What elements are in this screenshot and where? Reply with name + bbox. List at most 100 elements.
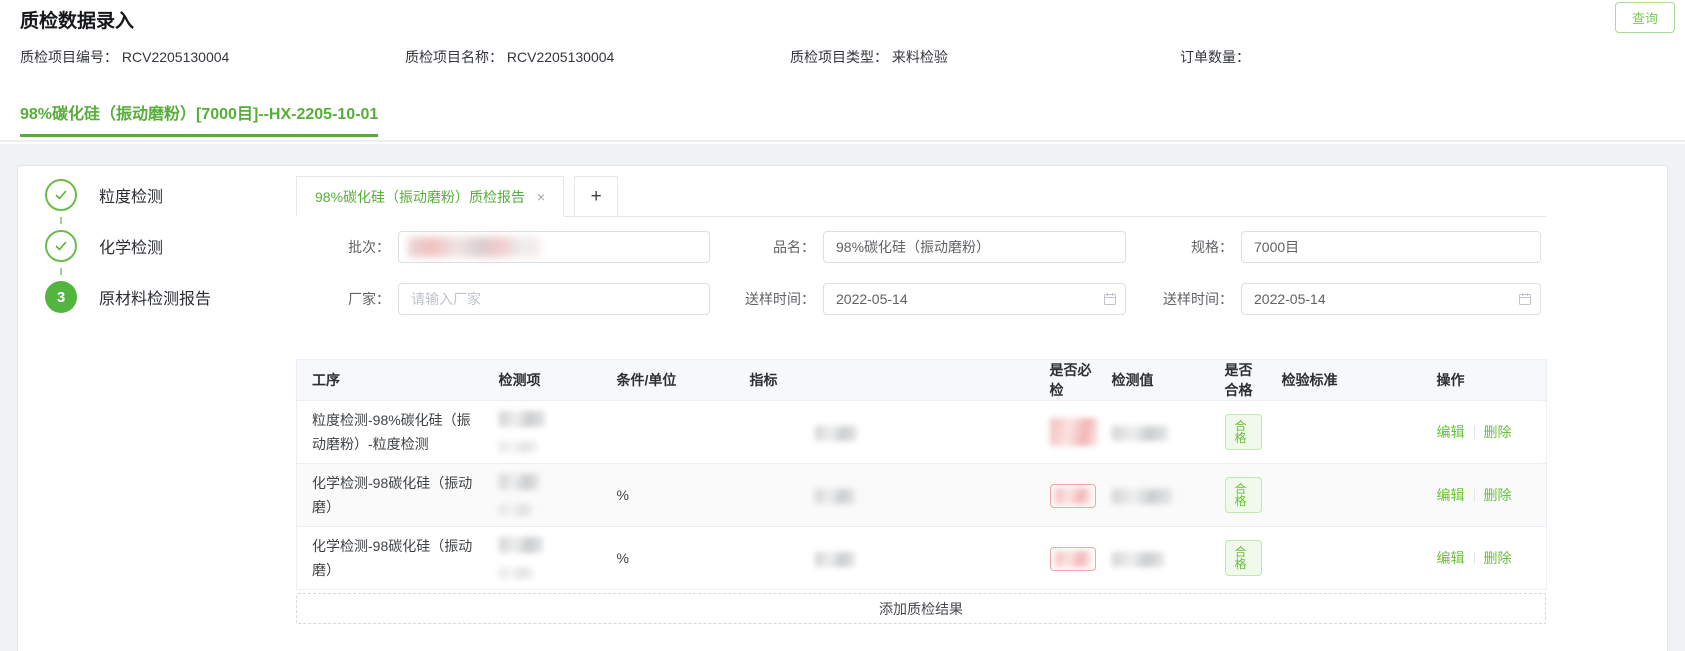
project-name-field: 质检项目名称： RCV2205130004	[405, 47, 614, 67]
qualified-badge: 合格	[1225, 477, 1262, 513]
sample-date-input-2[interactable]	[1241, 283, 1541, 315]
project-info-bar: 质检项目编号： RCV2205130004 质检项目名称： RCV2205130…	[0, 47, 1685, 67]
redacted-required-tag	[1050, 547, 1096, 571]
step-label: 粒度检测	[99, 183, 163, 207]
manufacturer-input[interactable]	[398, 283, 710, 315]
action-divider	[1474, 426, 1475, 439]
step-particle-size[interactable]: 粒度检测	[45, 179, 211, 211]
redacted-indicator	[815, 552, 855, 567]
delete-link[interactable]: 删除	[1484, 487, 1512, 503]
qualified-cell: 合格	[1215, 527, 1272, 590]
required-cell	[1040, 527, 1102, 590]
redacted-indicator	[815, 426, 857, 441]
standard-cell	[1272, 464, 1427, 527]
project-code-label: 质检项目编号：	[20, 49, 118, 65]
required-cell	[1040, 401, 1102, 464]
sample-date-input-1[interactable]	[823, 283, 1126, 315]
report-content: 98%碳化硅（振动磨粉）质检报告 × + 批次： 品名： 规格：	[296, 166, 1546, 651]
redacted-required	[1055, 551, 1091, 567]
redacted-batch-value	[408, 237, 540, 257]
product-name-input[interactable]	[823, 231, 1126, 263]
check-icon	[53, 187, 69, 203]
redacted-test-item	[499, 474, 539, 490]
spec-input[interactable]	[1241, 231, 1541, 263]
redacted-required-tag	[1050, 484, 1096, 508]
actions-cell: 编辑 删除	[1427, 401, 1547, 464]
edit-link[interactable]: 编辑	[1437, 550, 1465, 566]
col-qualified: 是否合格	[1215, 360, 1272, 401]
project-name-label: 质检项目名称：	[405, 49, 503, 65]
inspection-stepper: 粒度检测 化学检测 3 原材料检测报告	[45, 179, 211, 313]
project-code-value: RCV2205130004	[122, 49, 229, 65]
qualified-cell: 合格	[1215, 401, 1272, 464]
table-row: 化学检测-98碳化硅（振动磨） %	[297, 464, 1547, 527]
indicator-cell	[740, 464, 1040, 527]
step-label: 化学检测	[99, 234, 163, 258]
col-test-value: 检测值	[1102, 360, 1215, 401]
redacted-test-item	[499, 441, 537, 453]
action-divider	[1474, 552, 1475, 565]
step-label: 原材料检测报告	[99, 285, 211, 309]
table-row: 粒度检测-98%碳化硅（振动磨粉）-粒度检测	[297, 401, 1547, 464]
process-cell: 化学检测-98碳化硅（振动磨）	[297, 527, 489, 590]
manufacturer-input-wrap	[398, 283, 710, 315]
batch-input-wrap	[398, 231, 710, 263]
edit-link[interactable]: 编辑	[1437, 424, 1465, 440]
indicator-cell	[740, 401, 1040, 464]
add-tab-button[interactable]: +	[574, 176, 618, 217]
sample-date-input-wrap-1	[823, 283, 1126, 315]
test-value-cell	[1102, 401, 1215, 464]
query-button[interactable]: 查询	[1615, 2, 1675, 33]
delete-link[interactable]: 删除	[1484, 424, 1512, 440]
redacted-test-value	[1112, 489, 1172, 504]
product-name-input-wrap	[823, 231, 1126, 263]
project-type-value: 来料检验	[892, 49, 948, 65]
page-body: 粒度检测 化学检测 3 原材料检测报告 98%碳	[0, 144, 1685, 651]
redacted-required	[1055, 488, 1091, 504]
spec-input-wrap	[1241, 231, 1541, 263]
test-value-cell	[1102, 464, 1215, 527]
material-tab-active[interactable]: 98%碳化硅（振动磨粉）[7000目]--HX-2205-10-01	[20, 100, 378, 137]
close-tab-icon[interactable]: ×	[537, 189, 545, 205]
report-tabbar: 98%碳化硅（振动磨粉）质检报告 × +	[296, 176, 1546, 217]
report-tab-active[interactable]: 98%碳化硅（振动磨粉）质检报告 ×	[296, 176, 564, 217]
edit-link[interactable]: 编辑	[1437, 487, 1465, 503]
test-item-cell	[489, 401, 607, 464]
redacted-test-item	[499, 567, 533, 579]
process-cell: 粒度检测-98%碳化硅（振动磨粉）-粒度检测	[297, 401, 489, 464]
col-standard: 检验标准	[1272, 360, 1427, 401]
step-done-circle	[45, 179, 77, 211]
product-name-label: 品名：	[721, 231, 815, 263]
step-chemical[interactable]: 化学检测	[45, 230, 211, 262]
col-condition-unit: 条件/单位	[607, 360, 740, 401]
step-connector	[60, 217, 62, 224]
col-process: 工序	[297, 360, 489, 401]
redacted-test-item	[499, 504, 533, 516]
check-icon	[53, 238, 69, 254]
col-test-item: 检测项	[489, 360, 607, 401]
condition-unit-cell: %	[607, 527, 740, 590]
delete-link[interactable]: 删除	[1484, 550, 1512, 566]
qualified-cell: 合格	[1215, 464, 1272, 527]
page-header: 质检数据录入 查询 质检项目编号： RCV2205130004 质检项目名称： …	[0, 0, 1685, 142]
redacted-indicator	[815, 489, 855, 504]
col-actions: 操作	[1427, 360, 1547, 401]
report-tab-label: 98%碳化硅（振动磨粉）质检报告	[315, 187, 525, 207]
actions-cell: 编辑 删除	[1427, 464, 1547, 527]
col-required: 是否必检	[1040, 360, 1102, 401]
sample-date-label-1: 送样时间：	[721, 283, 815, 315]
plus-icon: +	[591, 186, 602, 208]
step-raw-material-report[interactable]: 3 原材料检测报告	[45, 281, 211, 313]
page-title: 质检数据录入	[20, 6, 134, 33]
add-result-button[interactable]: 添加质检结果	[296, 593, 1546, 624]
order-qty-label: 订单数量：	[1180, 49, 1250, 65]
sample-date-label-2: 送样时间：	[1139, 283, 1233, 315]
redacted-test-item	[499, 411, 545, 427]
qc-results-table: 工序 检测项 条件/单位 指标 是否必检 检测值 是否合格 检验标准 操作 粒度…	[296, 359, 1547, 590]
redacted-test-value	[1112, 426, 1168, 441]
test-value-cell	[1102, 527, 1215, 590]
required-cell	[1040, 464, 1102, 527]
standard-cell	[1272, 401, 1427, 464]
redacted-test-item	[499, 537, 543, 553]
manufacturer-label: 厂家：	[296, 283, 390, 315]
